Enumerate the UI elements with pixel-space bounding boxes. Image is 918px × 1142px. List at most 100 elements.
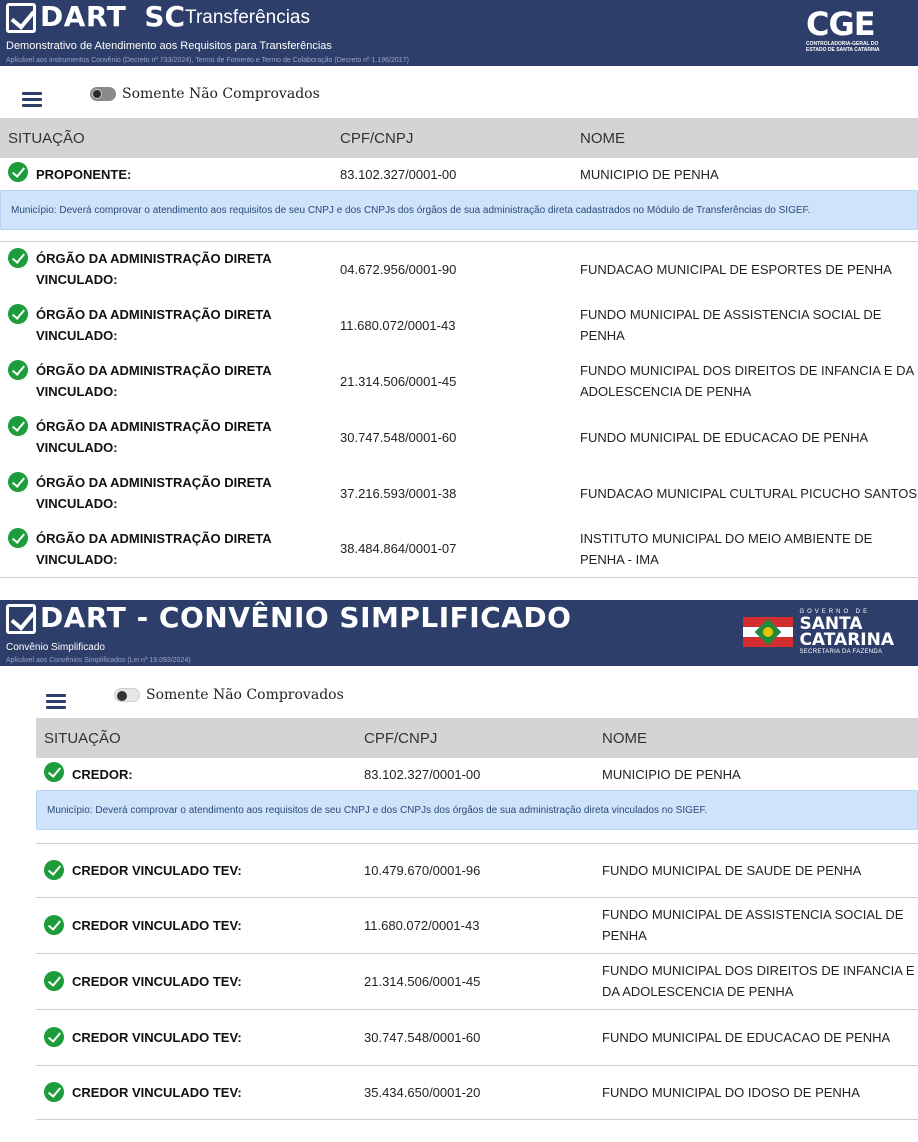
col-situacao: SITUAÇÃO [0,118,332,158]
cnpj-cell: 21.314.506/0001-45 [340,373,457,389]
table-row: ÓRGÃO DA ADMINISTRAÇÃO DIRETA VINCULADO:… [0,465,918,521]
cge-logo: CGE CONTROLADORIA-GERAL DO ESTADO DE SAN… [806,7,892,59]
table-row: ÓRGÃO DA ADMINISTRAÇÃO DIRETA VINCULADO:… [0,409,918,465]
nome-cell: INSTITUTO MUNICIPAL DO MEIO AMBIENTE DE … [572,521,918,578]
cnpj-cell: 30.747.548/0001-60 [356,1009,594,1066]
situacao-label: PROPONENTE: [36,167,132,182]
situacao-label: CREDOR VINCULADO TEV: [72,973,242,989]
cnpj-cell: 11.680.072/0001-43 [356,897,594,954]
table-row: CREDOR VINCULADO TEV: 30.747.548/0001-60… [36,1009,918,1066]
table-header-row: SITUAÇÃO CPF/CNPJ NOME [0,118,918,158]
cnpj-cell: 35.434.650/0001-20 [356,1065,594,1120]
table-row: ÓRGÃO DA ADMINISTRAÇÃO DIRETA VINCULADO:… [0,521,918,578]
table-row: ÓRGÃO DA ADMINISTRAÇÃO DIRETA VINCULADO:… [0,353,918,409]
situacao-label: ÓRGÃO DA ADMINISTRAÇÃO DIRETA VINCULADO: [36,530,272,567]
check-circle-icon [8,248,28,269]
check-circle-icon [44,860,64,880]
cnpj-cell: 21.314.506/0001-45 [356,953,594,1010]
check-circle-icon [44,1027,64,1047]
situacao-label: CREDOR VINCULADO TEV: [72,1084,242,1100]
table-row-credor: CREDOR: 83.102.327/0001-00 MUNICIPIO DE … [36,758,918,790]
checkbox-logo-icon [6,3,36,33]
title-dart: DART [40,0,127,33]
col-cnpj: CPF/CNPJ [332,118,572,158]
app-title: DART SC Transferências [6,1,310,33]
header-note: Aplicável aos instrumentos Convênio (Dec… [6,57,409,64]
dart-convenio-simplificado-panel: DART - CONVÊNIO SIMPLIFICADO Convênio Si… [0,600,918,1142]
nome-cell: FUNDO MUNICIPAL DO IDOSO DE PENHA [594,1065,918,1120]
col-situacao: SITUAÇÃO [36,718,356,758]
col-cnpj: CPF/CNPJ [356,718,594,758]
cnpj-cell: 37.216.593/0001-38 [340,485,457,501]
info-message: Município: Deverá comprovar o atendiment… [0,190,918,230]
table-row: CREDOR VINCULADO TEV: 35.434.650/0001-20… [36,1065,918,1120]
table-header-row: SITUAÇÃO CPF/CNPJ NOME [36,718,918,758]
header-banner: DART SC Transferências Demonstrativo de … [0,0,918,66]
requirements-table: SITUAÇÃO CPF/CNPJ NOME PROPONENTE: 83.10… [0,118,918,578]
table-row-proponente: PROPONENTE: 83.102.327/0001-00 MUNICIPIO… [0,158,918,190]
col-nome: NOME [572,118,918,158]
hamburger-menu-icon[interactable] [46,694,66,710]
table-row: ÓRGÃO DA ADMINISTRAÇÃO DIRETA VINCULADO:… [0,297,918,353]
toggle-knob [92,89,102,99]
filter-toggle[interactable]: Somente Não Comprovados [90,86,320,102]
check-circle-icon [8,162,28,182]
check-circle-icon [44,971,64,991]
situacao-label: ÓRGÃO DA ADMINISTRAÇÃO DIRETA VINCULADO: [36,307,272,343]
nome-cell: FUNDO MUNICIPAL DE SAUDE DE PENHA [594,843,918,898]
title-transferencias: Transferências [185,7,311,28]
filter-toggle[interactable]: Somente Não Comprovados [114,687,344,703]
toolbar: Somente Não Comprovados [0,666,918,718]
situacao-label: ÓRGÃO DA ADMINISTRAÇÃO DIRETA VINCULADO: [36,419,272,455]
header-banner: DART - CONVÊNIO SIMPLIFICADO Convênio Si… [0,600,918,666]
toggle-switch[interactable] [90,87,116,101]
toggle-label: Somente Não Comprovados [146,687,344,703]
table-row: CREDOR VINCULADO TEV: 10.479.670/0001-96… [36,843,918,898]
nome-cell: FUNDO MUNICIPAL DE ASSISTENCIA SOCIAL DE… [580,307,882,343]
check-circle-icon [8,527,28,548]
table-row: ÓRGÃO DA ADMINISTRAÇÃO DIRETA VINCULADO:… [0,241,918,297]
check-circle-icon [8,416,28,436]
nome-cell: FUNDO MUNICIPAL DE EDUCACAO DE PENHA [594,1009,918,1066]
cnpj-cell: 38.484.864/0001-07 [332,521,572,578]
col-nome: NOME [594,718,918,758]
info-row: Município: Deverá comprovar o atendiment… [36,790,918,842]
cnpj-cell: 10.479.670/0001-96 [356,843,594,898]
header-subtitle: Convênio Simplificado [6,642,105,653]
nome-cell: MUNICIPIO DE PENHA [602,766,741,782]
situacao-label: CREDOR VINCULADO TEV: [72,917,242,933]
situacao-label: ÓRGÃO DA ADMINISTRAÇÃO DIRETA VINCULADO: [36,251,272,288]
nome-cell: FUNDO MUNICIPAL DOS DIREITOS DE INFANCIA… [594,953,918,1010]
header-subtitle: Demonstrativo de Atendimento aos Requisi… [6,40,332,52]
situacao-label: CREDOR VINCULADO TEV: [72,862,242,878]
check-circle-icon [8,304,28,324]
nome-cell: FUNDACAO MUNICIPAL DE ESPORTES DE PENHA [580,261,892,277]
sc-logo-sec: SECRETARIA DA FAZENDA [799,649,883,655]
cnpj-cell: 83.102.327/0001-00 [340,166,457,182]
nome-cell: FUNDO MUNICIPAL DE ASSISTENCIA SOCIAL DE… [594,897,918,954]
sc-logo-line2: CATARINA [799,630,894,650]
requirements-table: SITUAÇÃO CPF/CNPJ NOME CREDOR: 83.102.32… [36,718,918,1120]
title-dart-convenio: DART - CONVÊNIO SIMPLIFICADO [40,601,572,634]
cge-logo-sub2: ESTADO DE SANTA CATARINA [806,47,880,53]
hamburger-menu-icon[interactable] [22,92,42,108]
check-circle-icon [8,360,28,380]
nome-cell: MUNICIPIO DE PENHA [580,166,719,182]
info-message: Município: Deverá comprovar o atendiment… [36,790,918,830]
cnpj-cell: 83.102.327/0001-00 [364,766,481,782]
checkbox-logo-icon [6,604,36,634]
check-circle-icon [8,472,28,492]
app-title: DART - CONVÊNIO SIMPLIFICADO [6,602,571,634]
info-row: Município: Deverá comprovar o atendiment… [0,190,918,240]
cnpj-cell: 04.672.956/0001-90 [340,261,457,277]
sc-flag-icon [743,617,794,647]
check-circle-icon [44,915,64,935]
toggle-label: Somente Não Comprovados [122,86,320,102]
situacao-label: ÓRGÃO DA ADMINISTRAÇÃO DIRETA VINCULADO: [36,475,272,511]
santa-catarina-logo: GOVERNO DE SANTA CATARINA SECRETARIA DA … [743,608,894,656]
cge-logo-letters: CGE [806,5,876,43]
cnpj-cell: 30.747.548/0001-60 [340,429,457,445]
toolbar: Somente Não Comprovados [0,66,918,118]
toggle-switch[interactable] [114,688,140,702]
situacao-label: CREDOR VINCULADO TEV: [72,1029,242,1045]
